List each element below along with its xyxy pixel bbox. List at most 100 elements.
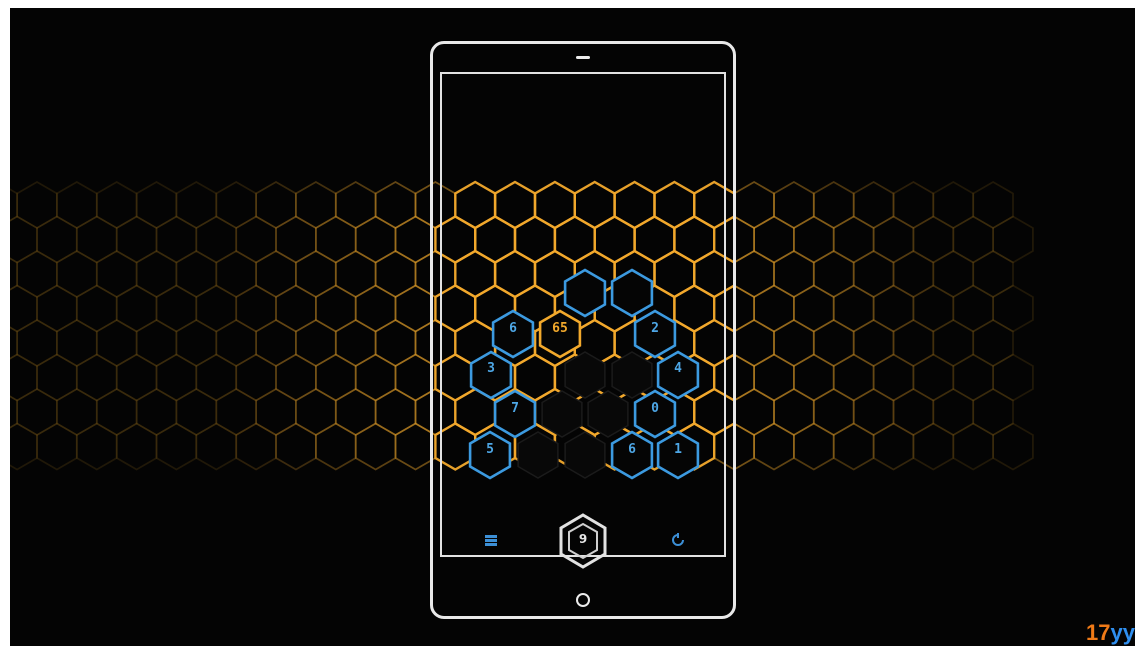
hex-cell <box>95 249 138 299</box>
hex-cell <box>374 387 417 437</box>
hex-cell <box>972 387 1014 437</box>
hex-cell <box>275 353 317 402</box>
hex-cell <box>852 249 895 299</box>
cell-number[interactable]: 1 <box>663 440 693 460</box>
hex-cell <box>10 257 18 291</box>
hex-cell <box>10 353 38 402</box>
hex-cell <box>832 284 875 333</box>
hex-cell <box>952 422 994 471</box>
hex-cell <box>892 387 935 437</box>
restart-icon[interactable] <box>670 532 686 548</box>
hex-cell <box>294 249 337 299</box>
hex-cell <box>892 318 935 368</box>
hex-cell <box>793 284 835 333</box>
hex-cell <box>334 249 377 299</box>
cell-number[interactable]: 4 <box>663 359 693 379</box>
cell-number[interactable]: 0 <box>640 399 670 419</box>
hex-cell <box>793 215 835 264</box>
cell-number[interactable]: 7 <box>500 399 530 419</box>
hex-cell <box>75 353 118 402</box>
hex-cell <box>175 318 218 368</box>
hex-cell <box>832 215 875 264</box>
hex-cell <box>793 422 835 471</box>
hex-cell <box>95 180 138 230</box>
hex-cell <box>10 395 18 429</box>
hex-cell <box>135 180 178 230</box>
hex-cell <box>374 249 417 299</box>
hex-cell <box>773 249 815 299</box>
hex-cell <box>155 215 198 264</box>
hex-cell <box>812 318 855 368</box>
cell-number[interactable]: 2 <box>640 319 670 339</box>
hex-cell <box>135 318 178 368</box>
hex-cell <box>275 215 317 264</box>
hex-cell <box>215 180 258 230</box>
hex-cell <box>733 249 775 299</box>
hex-cell <box>992 422 1034 471</box>
hex-cell <box>115 284 158 333</box>
cell-number[interactable]: 5 <box>475 440 505 460</box>
hex-cell <box>972 249 1014 299</box>
cell-number[interactable]: 6 <box>498 319 528 339</box>
hex-cell <box>255 180 297 230</box>
hex-cell <box>36 422 78 471</box>
hex-cell <box>354 422 397 471</box>
game-stage: 6 65 2 3 4 7 0 5 6 1 9 17yy <box>10 8 1135 646</box>
hex-cell <box>872 353 915 402</box>
watermark-logo: 17yy <box>1086 620 1135 645</box>
hex-cell <box>10 215 38 264</box>
hex-cell <box>812 387 855 437</box>
hex-cell <box>374 180 417 230</box>
hex-cell <box>832 353 875 402</box>
hex-cell <box>155 422 198 471</box>
hex-cell <box>354 353 397 402</box>
hex-cell <box>195 353 238 402</box>
hex-cell <box>733 387 775 437</box>
hex-cell <box>334 180 377 230</box>
hex-cell <box>75 422 118 471</box>
hex-cell <box>972 318 1014 368</box>
hex-cell <box>235 284 277 333</box>
hex-cell <box>36 284 78 333</box>
hex-cell <box>16 387 58 437</box>
phone-screen <box>440 72 726 557</box>
hex-cell <box>235 422 277 471</box>
hex-cell <box>175 249 218 299</box>
hex-cell <box>832 422 875 471</box>
hex-cell <box>195 284 238 333</box>
hex-cell <box>16 180 58 230</box>
cell-number[interactable]: 3 <box>476 359 506 379</box>
hex-cell <box>872 422 915 471</box>
hex-cell <box>155 353 198 402</box>
menu-icon[interactable] <box>485 535 497 546</box>
cell-number-highlight[interactable]: 65 <box>545 319 575 339</box>
home-button[interactable] <box>576 593 590 607</box>
hex-cell <box>932 318 975 368</box>
hex-cell <box>36 353 78 402</box>
hex-cell <box>812 249 855 299</box>
hex-cell <box>195 422 238 471</box>
center-value: 9 <box>578 532 588 546</box>
hex-cell <box>235 353 277 402</box>
hex-cell <box>334 387 377 437</box>
hex-cell <box>812 180 855 230</box>
hex-cell <box>16 249 58 299</box>
hex-cell <box>56 318 98 368</box>
hex-cell <box>294 318 337 368</box>
hex-cell <box>115 422 158 471</box>
hex-cell <box>275 422 317 471</box>
hex-cell <box>992 215 1034 264</box>
hex-cell <box>753 284 795 333</box>
hex-cell <box>235 215 277 264</box>
hex-cell <box>972 180 1014 230</box>
hex-cell <box>75 215 118 264</box>
hex-cell <box>10 284 38 333</box>
hex-cell <box>56 180 98 230</box>
hex-cell <box>912 215 955 264</box>
hex-cell <box>753 353 795 402</box>
hex-cell <box>56 387 98 437</box>
cell-number[interactable]: 6 <box>617 440 647 460</box>
hex-cell <box>354 215 397 264</box>
hex-cell <box>215 318 258 368</box>
hex-cell <box>952 353 994 402</box>
